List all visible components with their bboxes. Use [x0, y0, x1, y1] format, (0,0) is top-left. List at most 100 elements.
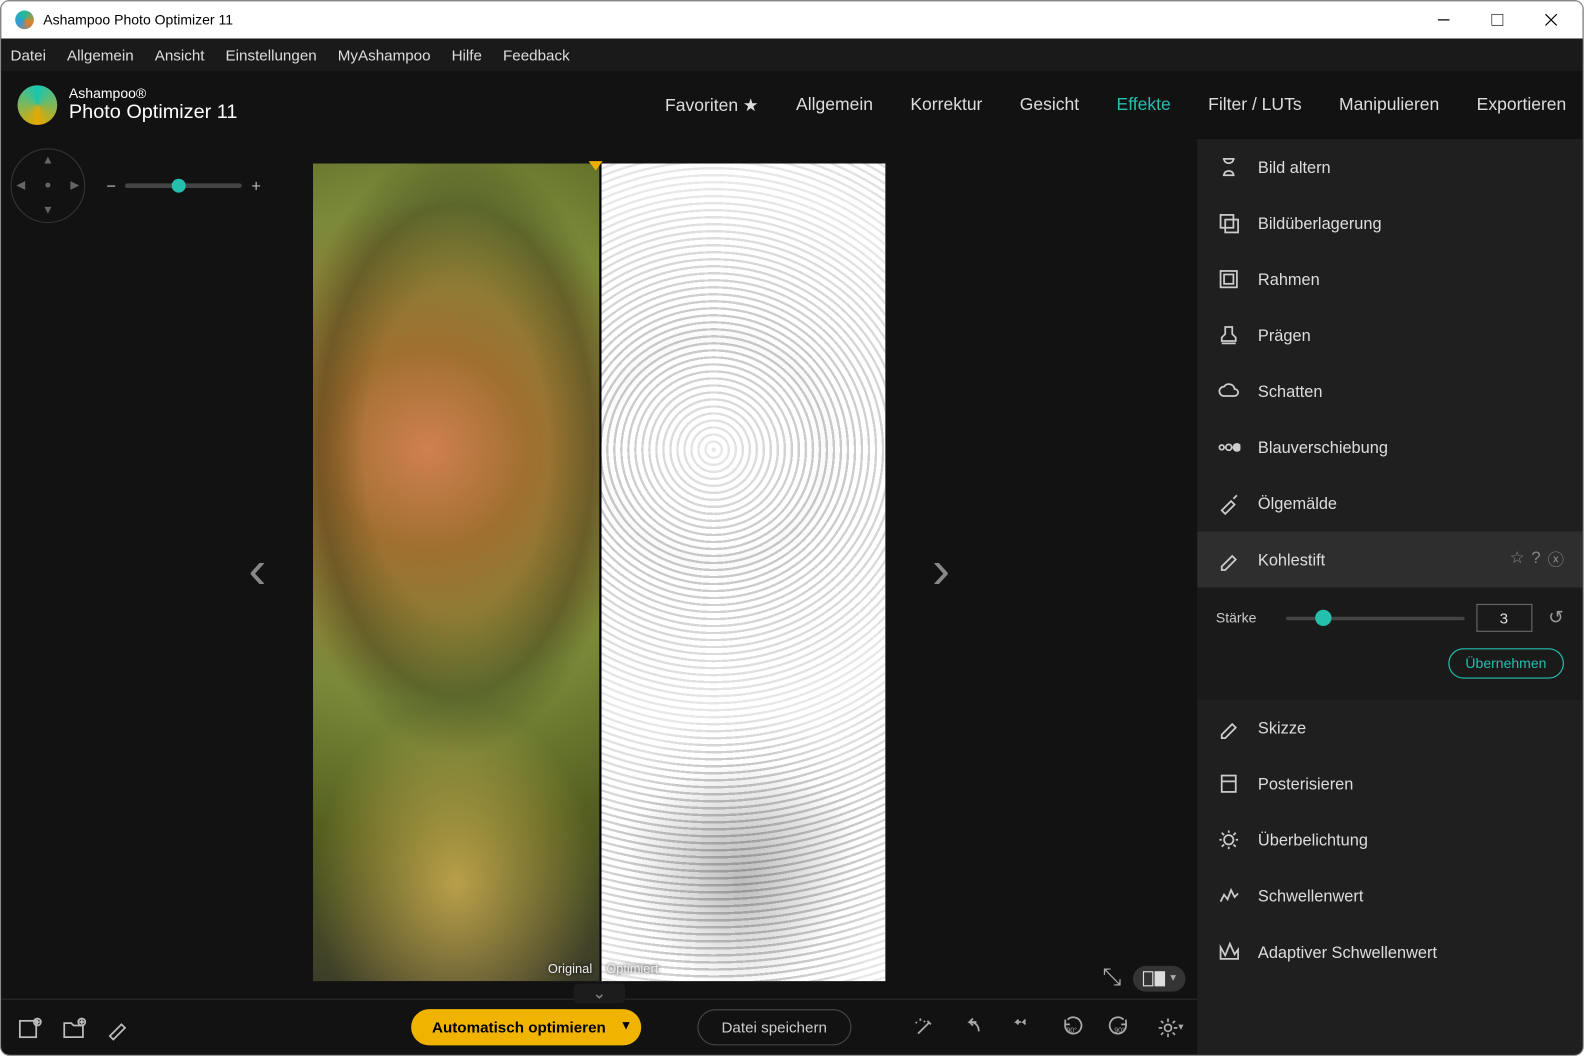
sketch-icon: [1216, 715, 1242, 741]
pan-center-icon[interactable]: ●: [44, 179, 51, 192]
compare-divider[interactable]: [599, 164, 601, 982]
cloud-icon: [1216, 378, 1242, 404]
image-compare-view[interactable]: Original Optimiert: [313, 164, 885, 982]
reset-icon[interactable]: ↺: [1548, 606, 1564, 629]
window-title: Ashampoo Photo Optimizer 11: [43, 12, 1417, 28]
effect-schatten[interactable]: Schatten: [1197, 363, 1582, 419]
effect-close-icon[interactable]: ⓧ: [1548, 548, 1564, 571]
pan-right-icon[interactable]: ▶: [70, 179, 79, 192]
label-optimized: Optimiert: [606, 962, 658, 976]
tab-exportieren[interactable]: Exportieren: [1477, 95, 1567, 116]
effect-oelgemaelde[interactable]: Ölgemälde: [1197, 475, 1582, 531]
effect-adaptiver-schwellenwert[interactable]: Adaptiver Schwellenwert: [1197, 924, 1582, 980]
frame-icon: [1216, 266, 1242, 292]
zoom-out-button[interactable]: −: [106, 176, 116, 195]
dots-icon: [1216, 434, 1242, 460]
pan-down-icon[interactable]: ▼: [42, 204, 54, 217]
brush-tool-button[interactable]: [102, 1011, 135, 1044]
magic-wand-button[interactable]: [908, 1011, 941, 1044]
tab-effekte[interactable]: Effekte: [1117, 95, 1171, 116]
rotate-left-button[interactable]: 90°: [1055, 1011, 1088, 1044]
tab-filter-luts[interactable]: Filter / LUTs: [1208, 95, 1301, 116]
svg-text:90°: 90°: [1114, 1026, 1125, 1034]
close-button[interactable]: [1524, 1, 1578, 38]
undo-button[interactable]: [957, 1011, 990, 1044]
menu-feedback[interactable]: Feedback: [503, 46, 570, 64]
strength-input[interactable]: [1476, 604, 1532, 632]
effect-bildueberlagerung[interactable]: Bildüberlagerung: [1197, 195, 1582, 251]
menu-allgemein[interactable]: Allgemein: [67, 46, 134, 64]
effects-sidebar: Bild altern Bildüberlagerung Rahmen Präg…: [1197, 139, 1582, 1055]
compare-mode-dropdown-icon[interactable]: ▾: [1170, 972, 1176, 985]
brand-logo-icon: [18, 85, 58, 125]
zoom-control: − +: [106, 176, 261, 195]
favorite-star-icon[interactable]: ☆: [1510, 548, 1525, 571]
strength-slider[interactable]: [1286, 616, 1464, 620]
effect-kohlestift[interactable]: Kohlestift ☆ ? ⓧ: [1197, 531, 1582, 587]
effect-rahmen[interactable]: Rahmen: [1197, 251, 1582, 307]
pan-up-icon[interactable]: ▲: [42, 154, 54, 167]
tab-gesicht[interactable]: Gesicht: [1020, 95, 1079, 116]
effect-schwellenwert[interactable]: Schwellenwert: [1197, 868, 1582, 924]
effect-blauverschiebung[interactable]: Blauverschiebung: [1197, 419, 1582, 475]
app-icon: [15, 11, 34, 30]
sun-icon: [1216, 827, 1242, 853]
brand-line2: Photo Optimizer 11: [69, 102, 238, 124]
stamp-icon: [1216, 322, 1242, 348]
effect-ueberbelichtung[interactable]: Überbelichtung: [1197, 812, 1582, 868]
apply-button[interactable]: Übernehmen: [1448, 648, 1564, 678]
image-original: [313, 164, 599, 982]
menu-myashampoo[interactable]: MyAshampoo: [338, 46, 431, 64]
compare-mode-button[interactable]: ▾: [1133, 965, 1186, 991]
brand-row: Ashampoo® Photo Optimizer 11 Favoriten ★…: [1, 71, 1582, 139]
save-file-button[interactable]: Datei speichern: [697, 1009, 852, 1045]
collapse-icon[interactable]: ⤡: [1103, 965, 1122, 992]
image-optimized: [599, 164, 885, 982]
expand-thumbnails-button[interactable]: ⌄: [574, 983, 625, 1003]
undo-all-button[interactable]: [1006, 1011, 1039, 1044]
paintbrush-icon: [1216, 491, 1242, 517]
threshold-icon: [1216, 883, 1242, 909]
menu-einstellungen[interactable]: Einstellungen: [226, 46, 317, 64]
bottom-bar: Automatisch optimieren Datei speichern 9…: [1, 999, 1197, 1055]
adaptive-threshold-icon: [1216, 939, 1242, 965]
rotate-right-button[interactable]: 90°: [1104, 1011, 1137, 1044]
tab-korrektur[interactable]: Korrektur: [910, 95, 982, 116]
add-image-button[interactable]: [13, 1011, 46, 1044]
menu-datei[interactable]: Datei: [11, 46, 46, 64]
svg-text:90°: 90°: [1066, 1026, 1077, 1034]
canvas-area: ▲ ▼ ◀ ▶ ● − + ‹: [1, 139, 1197, 1055]
pan-left-icon[interactable]: ◀: [16, 179, 25, 192]
next-image-button[interactable]: ›: [932, 537, 950, 600]
effect-praegen[interactable]: Prägen: [1197, 307, 1582, 363]
help-icon[interactable]: ?: [1531, 548, 1540, 571]
effect-skizze[interactable]: Skizze: [1197, 700, 1582, 756]
add-folder-button[interactable]: [57, 1011, 90, 1044]
prev-image-button[interactable]: ‹: [248, 537, 266, 600]
tab-manipulieren[interactable]: Manipulieren: [1339, 95, 1439, 116]
poster-icon: [1216, 771, 1242, 797]
maximize-button[interactable]: [1471, 1, 1525, 38]
zoom-in-button[interactable]: +: [251, 176, 261, 195]
strength-label: Stärke: [1216, 610, 1274, 626]
tab-favoriten[interactable]: Favoriten ★: [665, 95, 759, 116]
brand-line1: Ashampoo®: [69, 87, 238, 102]
compare-mode-icon: [1142, 970, 1165, 986]
settings-button[interactable]: ▾: [1153, 1011, 1186, 1044]
tab-allgemein[interactable]: Allgemein: [796, 95, 873, 116]
pan-nav-pad[interactable]: ▲ ▼ ◀ ▶ ●: [11, 148, 86, 223]
effect-bild-altern[interactable]: Bild altern: [1197, 139, 1582, 195]
hourglass-icon: [1216, 154, 1242, 180]
auto-optimize-button[interactable]: Automatisch optimieren: [411, 1009, 641, 1045]
top-nav: Favoriten ★ Allgemein Korrektur Gesicht …: [665, 95, 1566, 116]
compare-handle-icon[interactable]: [589, 161, 603, 170]
menu-ansicht[interactable]: Ansicht: [155, 46, 205, 64]
effect-posterisieren[interactable]: Posterisieren: [1197, 756, 1582, 812]
effect-controls: Stärke ↺ Übernehmen: [1197, 588, 1582, 700]
menubar: Datei Allgemein Ansicht Einstellungen My…: [1, 39, 1582, 72]
pencil-icon: [1216, 547, 1242, 573]
zoom-slider[interactable]: [125, 183, 242, 188]
overlay-icon: [1216, 210, 1242, 236]
menu-hilfe[interactable]: Hilfe: [452, 46, 482, 64]
minimize-button[interactable]: [1417, 1, 1471, 38]
